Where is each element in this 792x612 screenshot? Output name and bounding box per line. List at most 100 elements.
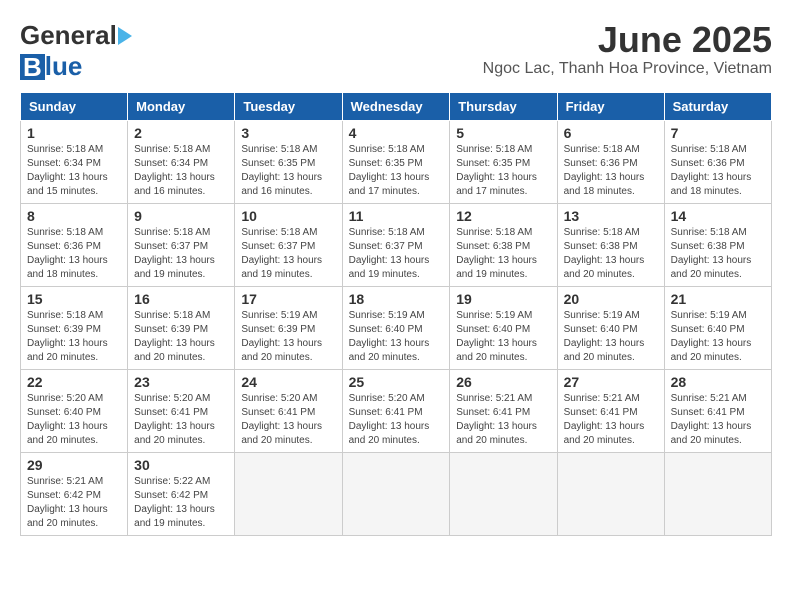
calendar-day-cell: 20 Sunrise: 5:19 AM Sunset: 6:40 PM Dayl… — [557, 287, 664, 370]
calendar-day-cell: 21 Sunrise: 5:19 AM Sunset: 6:40 PM Dayl… — [664, 287, 771, 370]
day-info: Sunrise: 5:19 AM Sunset: 6:40 PM Dayligh… — [349, 309, 444, 365]
day-info: Sunrise: 5:18 AM Sunset: 6:34 PM Dayligh… — [27, 143, 121, 199]
day-number: 27 — [564, 374, 658, 390]
calendar-day-cell: 23 Sunrise: 5:20 AM Sunset: 6:41 PM Dayl… — [128, 370, 235, 453]
logo-lue-text: lue — [45, 51, 83, 82]
calendar-day-cell: 4 Sunrise: 5:18 AM Sunset: 6:35 PM Dayli… — [342, 121, 450, 204]
calendar-subtitle: Ngoc Lac, Thanh Hoa Province, Vietnam — [483, 60, 772, 78]
day-number: 26 — [456, 374, 550, 390]
calendar-day-cell: 30 Sunrise: 5:22 AM Sunset: 6:42 PM Dayl… — [128, 453, 235, 536]
day-number: 14 — [671, 208, 765, 224]
day-info: Sunrise: 5:20 AM Sunset: 6:40 PM Dayligh… — [27, 392, 121, 448]
day-info: Sunrise: 5:18 AM Sunset: 6:36 PM Dayligh… — [27, 226, 121, 282]
day-info: Sunrise: 5:18 AM Sunset: 6:35 PM Dayligh… — [241, 143, 335, 199]
day-number: 30 — [134, 457, 228, 473]
calendar-day-cell: 29 Sunrise: 5:21 AM Sunset: 6:42 PM Dayl… — [21, 453, 128, 536]
col-tuesday: Tuesday — [235, 93, 342, 121]
day-info: Sunrise: 5:19 AM Sunset: 6:40 PM Dayligh… — [564, 309, 658, 365]
day-number: 8 — [27, 208, 121, 224]
calendar-day-cell: 16 Sunrise: 5:18 AM Sunset: 6:39 PM Dayl… — [128, 287, 235, 370]
calendar-day-cell: 22 Sunrise: 5:20 AM Sunset: 6:40 PM Dayl… — [21, 370, 128, 453]
day-info: Sunrise: 5:18 AM Sunset: 6:35 PM Dayligh… — [349, 143, 444, 199]
logo-general-text: General — [20, 20, 117, 51]
day-number: 23 — [134, 374, 228, 390]
calendar-day-cell: 6 Sunrise: 5:18 AM Sunset: 6:36 PM Dayli… — [557, 121, 664, 204]
calendar-day-cell — [450, 453, 557, 536]
calendar-day-cell: 27 Sunrise: 5:21 AM Sunset: 6:41 PM Dayl… — [557, 370, 664, 453]
calendar-week-row: 15 Sunrise: 5:18 AM Sunset: 6:39 PM Dayl… — [21, 287, 772, 370]
calendar-day-cell: 10 Sunrise: 5:18 AM Sunset: 6:37 PM Dayl… — [235, 204, 342, 287]
day-info: Sunrise: 5:21 AM Sunset: 6:42 PM Dayligh… — [27, 475, 121, 531]
calendar-day-cell — [664, 453, 771, 536]
calendar-day-cell: 15 Sunrise: 5:18 AM Sunset: 6:39 PM Dayl… — [21, 287, 128, 370]
day-info: Sunrise: 5:18 AM Sunset: 6:37 PM Dayligh… — [241, 226, 335, 282]
calendar-day-cell: 8 Sunrise: 5:18 AM Sunset: 6:36 PM Dayli… — [21, 204, 128, 287]
calendar-day-cell — [342, 453, 450, 536]
day-number: 5 — [456, 125, 550, 141]
day-info: Sunrise: 5:21 AM Sunset: 6:41 PM Dayligh… — [564, 392, 658, 448]
calendar-day-cell: 19 Sunrise: 5:19 AM Sunset: 6:40 PM Dayl… — [450, 287, 557, 370]
day-number: 19 — [456, 291, 550, 307]
calendar-day-cell: 9 Sunrise: 5:18 AM Sunset: 6:37 PM Dayli… — [128, 204, 235, 287]
day-number: 3 — [241, 125, 335, 141]
day-info: Sunrise: 5:18 AM Sunset: 6:39 PM Dayligh… — [27, 309, 121, 365]
day-number: 2 — [134, 125, 228, 141]
day-info: Sunrise: 5:18 AM Sunset: 6:38 PM Dayligh… — [456, 226, 550, 282]
day-number: 17 — [241, 291, 335, 307]
day-number: 12 — [456, 208, 550, 224]
calendar-day-cell — [235, 453, 342, 536]
col-sunday: Sunday — [21, 93, 128, 121]
day-number: 7 — [671, 125, 765, 141]
title-area: June 2025 Ngoc Lac, Thanh Hoa Province, … — [483, 20, 772, 78]
day-number: 24 — [241, 374, 335, 390]
calendar-week-row: 22 Sunrise: 5:20 AM Sunset: 6:40 PM Dayl… — [21, 370, 772, 453]
logo: General B lue — [20, 20, 134, 82]
calendar-day-cell: 18 Sunrise: 5:19 AM Sunset: 6:40 PM Dayl… — [342, 287, 450, 370]
day-info: Sunrise: 5:18 AM Sunset: 6:38 PM Dayligh… — [564, 226, 658, 282]
page-header: General B lue June 2025 Ngoc Lac, Thanh … — [20, 20, 772, 82]
calendar-day-cell: 25 Sunrise: 5:20 AM Sunset: 6:41 PM Dayl… — [342, 370, 450, 453]
calendar-day-cell: 3 Sunrise: 5:18 AM Sunset: 6:35 PM Dayli… — [235, 121, 342, 204]
day-number: 25 — [349, 374, 444, 390]
day-number: 16 — [134, 291, 228, 307]
day-info: Sunrise: 5:18 AM Sunset: 6:37 PM Dayligh… — [134, 226, 228, 282]
calendar-day-cell: 28 Sunrise: 5:21 AM Sunset: 6:41 PM Dayl… — [664, 370, 771, 453]
day-number: 21 — [671, 291, 765, 307]
calendar-day-cell: 12 Sunrise: 5:18 AM Sunset: 6:38 PM Dayl… — [450, 204, 557, 287]
day-info: Sunrise: 5:18 AM Sunset: 6:34 PM Dayligh… — [134, 143, 228, 199]
day-info: Sunrise: 5:21 AM Sunset: 6:41 PM Dayligh… — [671, 392, 765, 448]
day-number: 10 — [241, 208, 335, 224]
day-number: 1 — [27, 125, 121, 141]
col-monday: Monday — [128, 93, 235, 121]
calendar-day-cell: 24 Sunrise: 5:20 AM Sunset: 6:41 PM Dayl… — [235, 370, 342, 453]
calendar-week-row: 29 Sunrise: 5:21 AM Sunset: 6:42 PM Dayl… — [21, 453, 772, 536]
day-info: Sunrise: 5:19 AM Sunset: 6:39 PM Dayligh… — [241, 309, 335, 365]
calendar-day-cell: 13 Sunrise: 5:18 AM Sunset: 6:38 PM Dayl… — [557, 204, 664, 287]
logo-chevron-icon — [118, 27, 132, 45]
calendar-day-cell: 5 Sunrise: 5:18 AM Sunset: 6:35 PM Dayli… — [450, 121, 557, 204]
day-info: Sunrise: 5:20 AM Sunset: 6:41 PM Dayligh… — [134, 392, 228, 448]
calendar-week-row: 8 Sunrise: 5:18 AM Sunset: 6:36 PM Dayli… — [21, 204, 772, 287]
calendar-table: Sunday Monday Tuesday Wednesday Thursday… — [20, 92, 772, 536]
calendar-day-cell: 11 Sunrise: 5:18 AM Sunset: 6:37 PM Dayl… — [342, 204, 450, 287]
day-number: 20 — [564, 291, 658, 307]
calendar-week-row: 1 Sunrise: 5:18 AM Sunset: 6:34 PM Dayli… — [21, 121, 772, 204]
day-number: 15 — [27, 291, 121, 307]
day-number: 9 — [134, 208, 228, 224]
calendar-header-row: Sunday Monday Tuesday Wednesday Thursday… — [21, 93, 772, 121]
day-number: 4 — [349, 125, 444, 141]
calendar-day-cell: 26 Sunrise: 5:21 AM Sunset: 6:41 PM Dayl… — [450, 370, 557, 453]
col-thursday: Thursday — [450, 93, 557, 121]
day-info: Sunrise: 5:18 AM Sunset: 6:36 PM Dayligh… — [564, 143, 658, 199]
calendar-title: June 2025 — [483, 20, 772, 60]
day-number: 29 — [27, 457, 121, 473]
day-number: 13 — [564, 208, 658, 224]
logo-b-letter: B — [20, 54, 45, 80]
calendar-day-cell: 2 Sunrise: 5:18 AM Sunset: 6:34 PM Dayli… — [128, 121, 235, 204]
day-number: 11 — [349, 208, 444, 224]
day-number: 6 — [564, 125, 658, 141]
calendar-day-cell: 17 Sunrise: 5:19 AM Sunset: 6:39 PM Dayl… — [235, 287, 342, 370]
calendar-day-cell: 7 Sunrise: 5:18 AM Sunset: 6:36 PM Dayli… — [664, 121, 771, 204]
col-wednesday: Wednesday — [342, 93, 450, 121]
day-number: 18 — [349, 291, 444, 307]
